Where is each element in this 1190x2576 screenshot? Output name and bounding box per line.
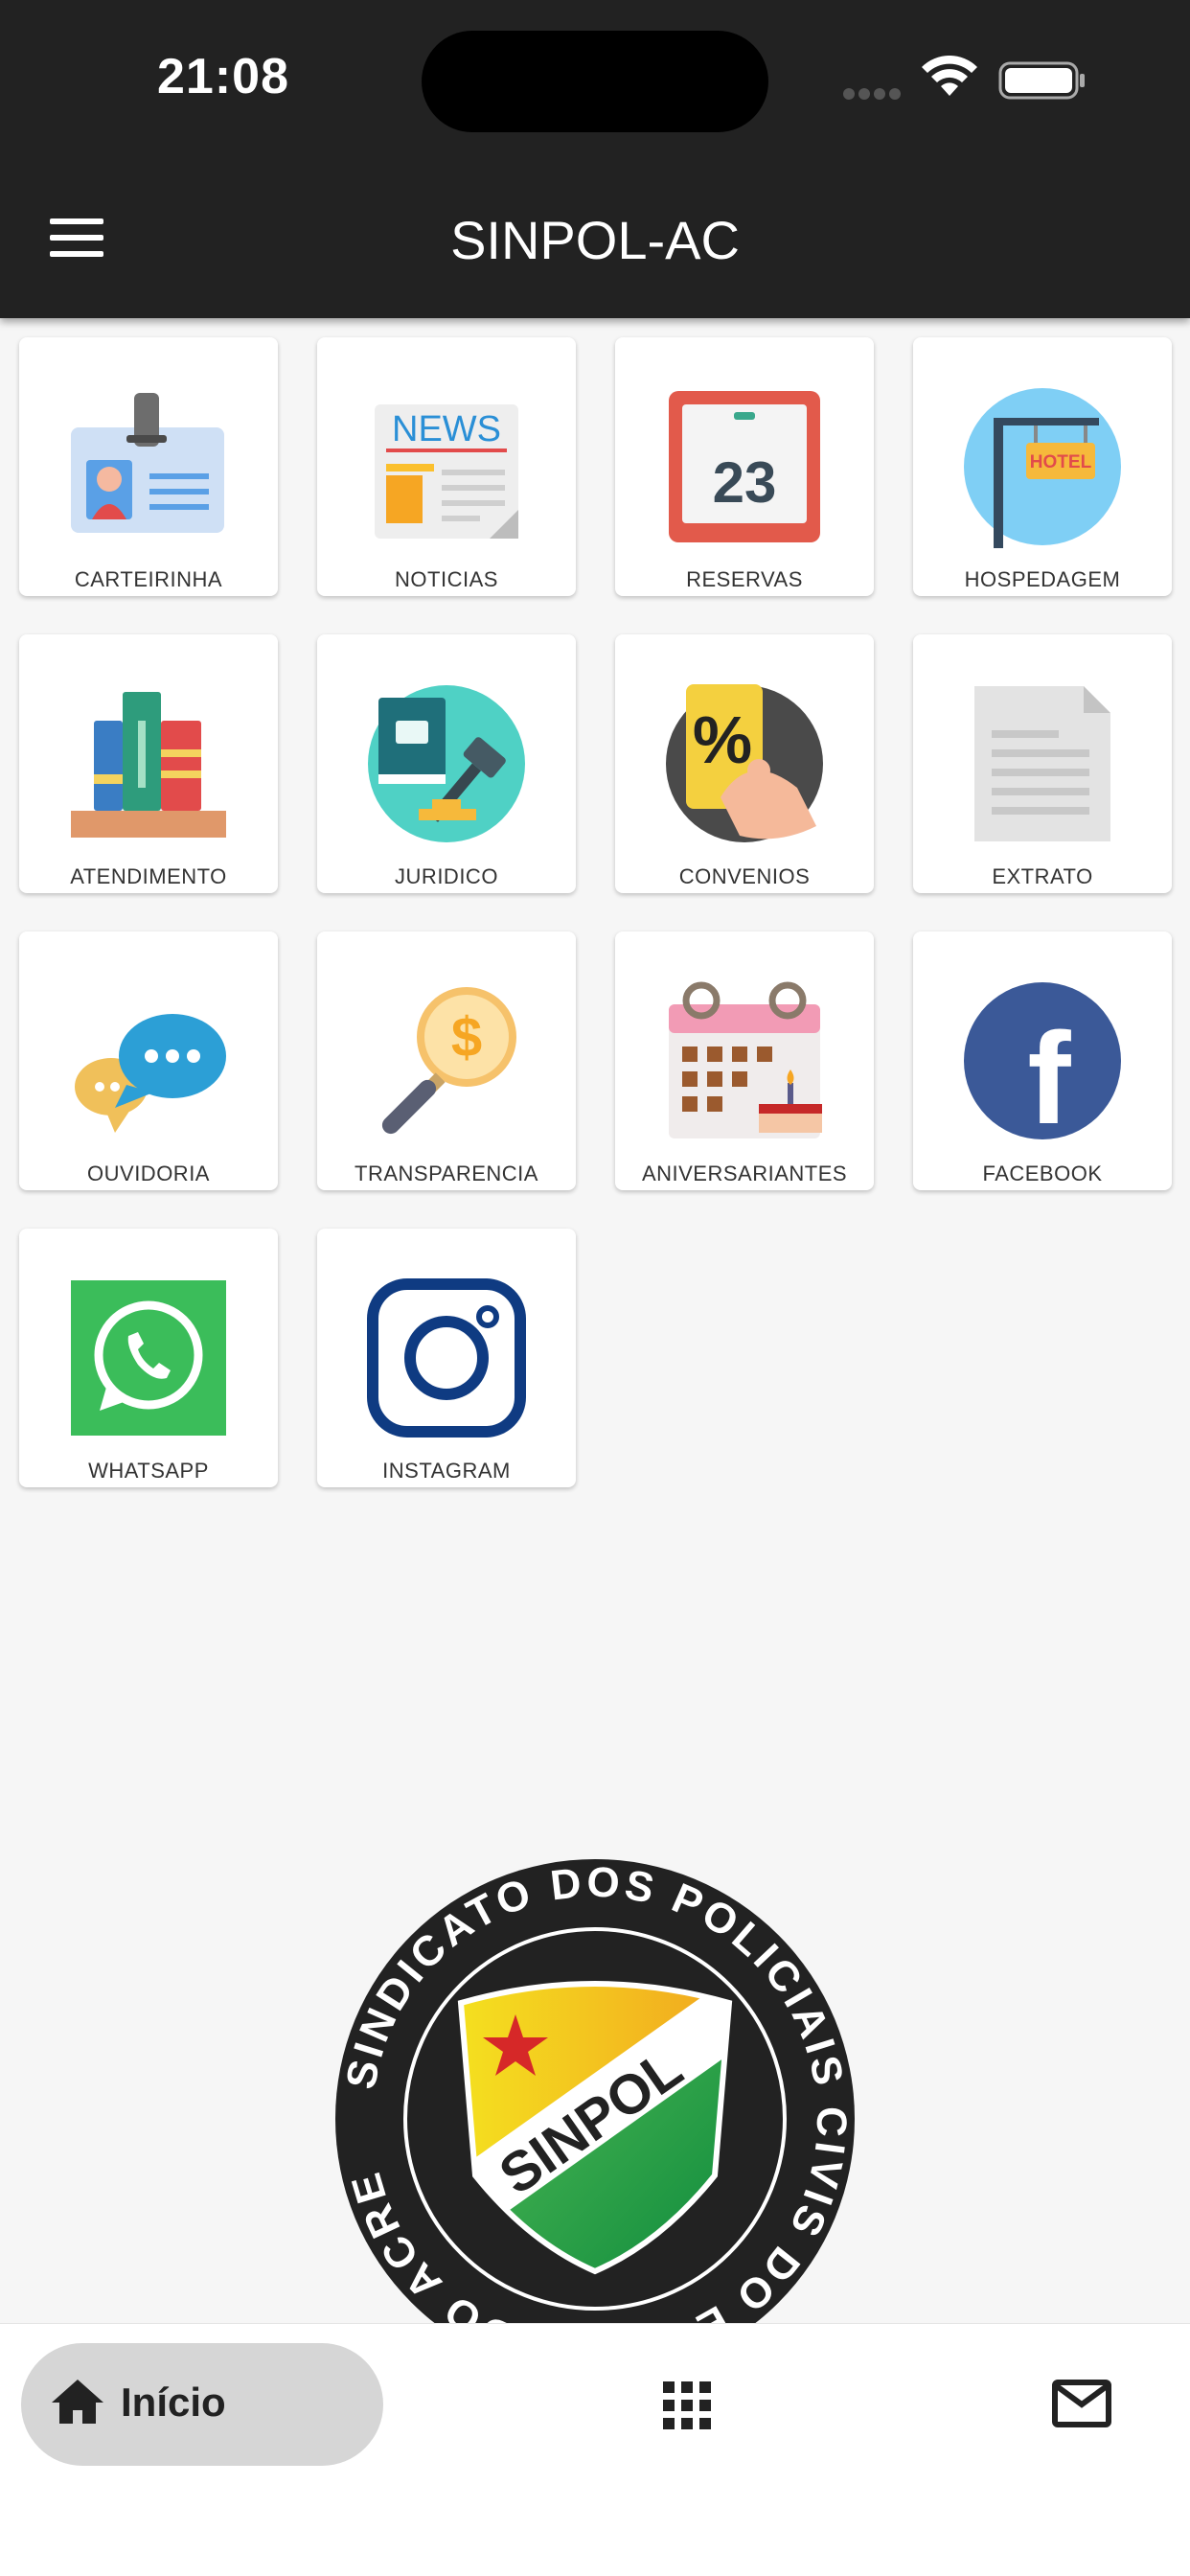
tile-carteirinha[interactable]: CARTEIRINHA: [19, 337, 278, 596]
gavel-icon: [368, 685, 525, 842]
nav-home-label: Início: [121, 2380, 226, 2425]
apps-grid-icon[interactable]: [663, 2381, 711, 2429]
battery-icon: [998, 61, 1085, 100]
page-title: SINPOL-AC: [450, 210, 740, 270]
tile-label: CONVENIOS: [678, 864, 811, 888]
percent-text: %: [693, 702, 752, 777]
news-text: NEWS: [392, 409, 501, 449]
home-icon: [52, 2380, 103, 2424]
tile-facebook[interactable]: f FACEBOOK: [913, 932, 1172, 1190]
hotel-text: HOTEL: [1030, 452, 1092, 472]
bottom-navigation: Início: [0, 2323, 1190, 2576]
tile-reservas[interactable]: 23 RESERVAS: [615, 337, 874, 596]
dynamic-island: [422, 31, 768, 132]
tile-label: OUVIDORIA: [87, 1162, 210, 1185]
tile-label: EXTRATO: [992, 864, 1093, 888]
tile-noticias[interactable]: NEWS NOTICIAS: [317, 337, 576, 596]
tile-label: CARTEIRINHA: [74, 567, 223, 591]
facebook-letter: f: [1027, 1005, 1071, 1142]
tile-transparencia[interactable]: $ TRANSPARENCIA: [317, 932, 576, 1190]
tile-label: HOSPEDAGEM: [964, 567, 1121, 591]
tile-label: WHATSAPP: [88, 1459, 209, 1483]
tile-atendimento[interactable]: ATENDIMENTO: [19, 634, 278, 893]
tile-label: NOTICIAS: [395, 567, 498, 591]
instagram-icon: [367, 1278, 526, 1438]
sinpol-logo: SINDICATO DOS POLICIAIS CIVIS DO ESTADO …: [335, 1859, 855, 2338]
wifi-icon: [922, 56, 977, 96]
tile-aniversariantes[interactable]: ANIVERSARIANTES: [615, 932, 874, 1190]
dollar-text: $: [451, 1006, 482, 1069]
magnifier-dollar-icon: $: [381, 987, 516, 1135]
status-time: 21:08: [157, 49, 289, 104]
hotel-sign-icon: HOTEL: [964, 388, 1121, 548]
discount-card-icon: %: [666, 684, 823, 842]
birthday-calendar-icon: [669, 981, 822, 1138]
chat-bubbles-icon: [75, 1014, 226, 1133]
mail-icon[interactable]: [1052, 2380, 1111, 2427]
tile-instagram[interactable]: INSTAGRAM: [317, 1229, 576, 1487]
tile-label: ANIVERSARIANTES: [641, 1162, 848, 1185]
books-icon: [71, 692, 226, 838]
tile-extrato[interactable]: EXTRATO: [913, 634, 1172, 893]
cellular-signal-icon: [843, 87, 904, 104]
tile-label: FACEBOOK: [982, 1162, 1103, 1185]
tile-ouvidoria[interactable]: OUVIDORIA: [19, 932, 278, 1190]
tile-label: RESERVAS: [686, 567, 803, 591]
tile-label: TRANSPARENCIA: [355, 1162, 538, 1185]
tile-label: JURIDICO: [395, 864, 498, 888]
tile-label: INSTAGRAM: [382, 1459, 511, 1483]
document-icon: [974, 686, 1110, 841]
whatsapp-icon: [71, 1280, 226, 1436]
tile-label: ATENDIMENTO: [70, 864, 227, 888]
nav-home-button[interactable]: Início: [21, 2343, 383, 2466]
newspaper-icon: NEWS: [375, 404, 518, 539]
tile-whatsapp[interactable]: WHATSAPP: [19, 1229, 278, 1487]
calendar-icon: 23: [669, 391, 820, 542]
calendar-day-text: 23: [713, 450, 777, 515]
id-card-icon: [71, 393, 224, 533]
tile-juridico[interactable]: JURIDICO: [317, 634, 576, 893]
tile-hospedagem[interactable]: HOTEL HOSPEDAGEM: [913, 337, 1172, 596]
tile-convenios[interactable]: % CONVENIOS: [615, 634, 874, 893]
facebook-icon: f: [964, 982, 1121, 1142]
app-header: 21:08 SINPOL-AC: [0, 0, 1190, 318]
